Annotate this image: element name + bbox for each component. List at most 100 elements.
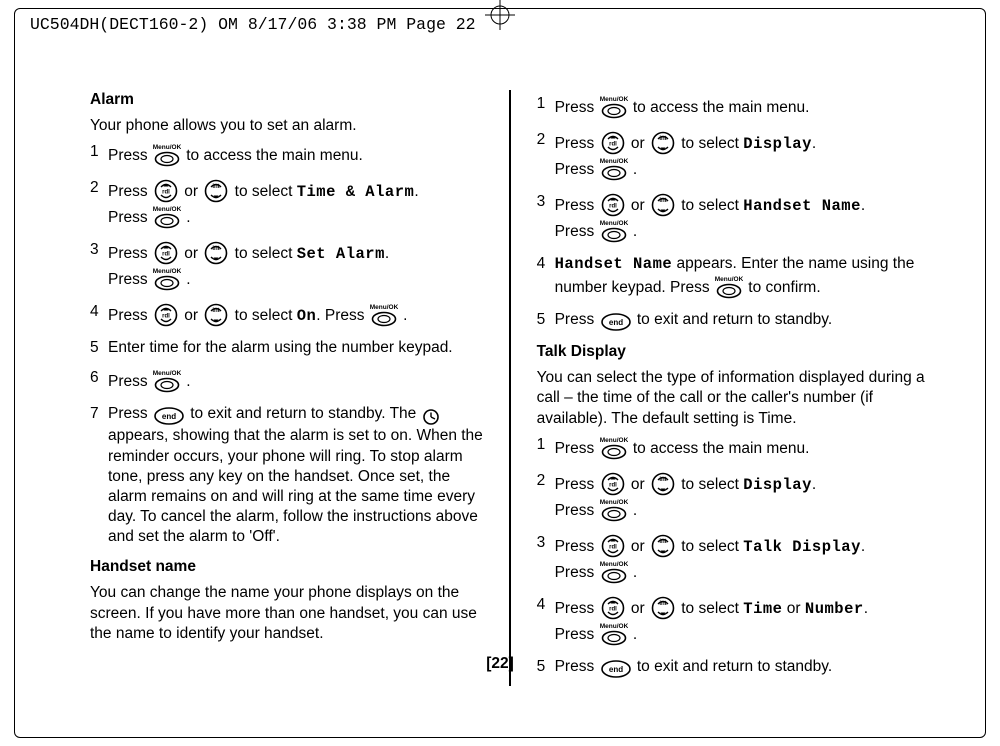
step-body: Press end to exit and return to standby. (555, 657, 930, 679)
down-nav-icon: int (203, 302, 229, 328)
registration-mark-top (485, 0, 515, 30)
svg-text:end: end (608, 665, 622, 674)
svg-text:rdl: rdl (162, 190, 170, 196)
svg-text:Menu/OK: Menu/OK (600, 499, 628, 506)
svg-text:rdl: rdl (609, 482, 617, 488)
instruction-step: 1Press Menu/OK to access the main menu. (537, 94, 930, 120)
step-number: 2 (537, 130, 555, 182)
menu-option-code: Display (743, 135, 812, 153)
instruction-step: 3Press rdl or int to select Talk Display… (537, 533, 930, 585)
menu-option-code: Handset Name (555, 255, 673, 273)
step-number: 6 (90, 368, 108, 394)
menu-option-code: On (297, 307, 317, 325)
step-body: Press rdl or int to select Display.Press… (555, 130, 930, 182)
menu-option-code: Time (743, 600, 782, 618)
end-key-icon: end (600, 312, 632, 332)
menu-ok-icon: Menu/OK (153, 368, 181, 394)
step-number: 4 (537, 254, 555, 300)
left-column: AlarmYour phone allows you to set an ala… (90, 90, 483, 686)
instruction-step: 6Press Menu/OK . (90, 368, 483, 394)
up-nav-icon: rdl (153, 178, 179, 204)
step-body: Press Menu/OK to access the main menu. (108, 142, 483, 168)
svg-text:Menu/OK: Menu/OK (600, 623, 628, 630)
step-body: Press rdl or int to select Talk Display.… (555, 533, 930, 585)
svg-text:Menu/OK: Menu/OK (600, 437, 628, 444)
step-number: 3 (537, 192, 555, 244)
step-body: Enter time for the alarm using the numbe… (108, 338, 483, 358)
svg-text:int: int (659, 539, 666, 545)
menu-ok-icon: Menu/OK (600, 218, 628, 244)
svg-text:Menu/OK: Menu/OK (153, 370, 181, 377)
step-body: Press end to exit and return to standby.… (108, 404, 483, 547)
handset-name-intro: You can change the name your phone displ… (90, 583, 483, 643)
step-body: Press rdl or int to select Display.Press… (555, 471, 930, 523)
down-nav-icon: int (203, 178, 229, 204)
step-body: Press rdl or int to select Handset Name.… (555, 192, 930, 244)
instruction-step: 5Enter time for the alarm using the numb… (90, 338, 483, 358)
menu-ok-icon: Menu/OK (600, 621, 628, 647)
right-column: 1Press Menu/OK to access the main menu.2… (537, 90, 930, 686)
svg-text:rdl: rdl (609, 544, 617, 550)
menu-option-code: Set Alarm (297, 245, 385, 263)
svg-text:Menu/OK: Menu/OK (715, 276, 743, 283)
instruction-step: 1Press Menu/OK to access the main menu. (537, 435, 930, 461)
svg-text:int: int (213, 308, 220, 314)
menu-ok-icon: Menu/OK (600, 94, 628, 120)
menu-ok-icon: Menu/OK (600, 156, 628, 182)
menu-ok-icon: Menu/OK (370, 302, 398, 328)
instruction-step: 2Press rdl or int to select Time & Alarm… (90, 178, 483, 230)
menu-option-code: Talk Display (743, 538, 861, 556)
svg-text:int: int (659, 477, 666, 483)
step-body: Handset Name appears. Enter the name usi… (555, 254, 930, 300)
menu-ok-icon: Menu/OK (153, 266, 181, 292)
step-number: 1 (537, 435, 555, 461)
svg-text:Menu/OK: Menu/OK (370, 304, 398, 311)
menu-ok-icon: Menu/OK (153, 204, 181, 230)
svg-text:Menu/OK: Menu/OK (600, 561, 628, 568)
down-nav-icon: int (650, 130, 676, 156)
svg-text:int: int (213, 184, 220, 190)
step-body: Press end to exit and return to standby. (555, 310, 930, 332)
step-number: 4 (537, 595, 555, 647)
step-number: 1 (537, 94, 555, 120)
menu-ok-icon: Menu/OK (715, 274, 743, 300)
menu-ok-icon: Menu/OK (600, 559, 628, 585)
instruction-step: 5Press end to exit and return to standby… (537, 310, 930, 332)
menu-option-code: Handset Name (743, 197, 861, 215)
up-nav-icon: rdl (600, 471, 626, 497)
alarm-heading: Alarm (90, 90, 483, 110)
instruction-step: 7Press end to exit and return to standby… (90, 404, 483, 547)
clock-icon (422, 408, 440, 426)
svg-text:rdl: rdl (162, 314, 170, 320)
end-key-icon: end (600, 659, 632, 679)
step-number: 2 (90, 178, 108, 230)
step-number: 3 (90, 240, 108, 292)
down-nav-icon: int (650, 471, 676, 497)
svg-text:int: int (659, 601, 666, 607)
instruction-step: 3Press rdl or int to select Set Alarm.Pr… (90, 240, 483, 292)
svg-text:Menu/OK: Menu/OK (600, 96, 628, 103)
menu-ok-icon: Menu/OK (600, 497, 628, 523)
up-nav-icon: rdl (153, 302, 179, 328)
instruction-step: 5Press end to exit and return to standby… (537, 657, 930, 679)
up-nav-icon: rdl (600, 595, 626, 621)
down-nav-icon: int (650, 595, 676, 621)
menu-option-code: Number (805, 600, 864, 618)
page-content: AlarmYour phone allows you to set an ala… (90, 90, 930, 686)
page-number: [22] (486, 654, 514, 674)
step-number: 5 (90, 338, 108, 358)
svg-text:Menu/OK: Menu/OK (153, 144, 181, 151)
instruction-step: 3Press rdl or int to select Handset Name… (537, 192, 930, 244)
instruction-step: 2Press rdl or int to select Display.Pres… (537, 471, 930, 523)
column-divider (509, 90, 510, 686)
end-key-icon: end (153, 406, 185, 426)
menu-ok-icon: Menu/OK (153, 142, 181, 168)
step-body: Press rdl or int to select Set Alarm.Pre… (108, 240, 483, 292)
menu-option-code: Display (743, 476, 812, 494)
step-body: Press Menu/OK to access the main menu. (555, 435, 930, 461)
crop-mark-header: UC504DH(DECT160-2) OM 8/17/06 3:38 PM Pa… (30, 14, 476, 35)
talk-display-heading: Talk Display (537, 342, 930, 362)
step-number: 5 (537, 657, 555, 679)
menu-option-code: Time & Alarm (297, 183, 415, 201)
instruction-step: 2Press rdl or int to select Display.Pres… (537, 130, 930, 182)
